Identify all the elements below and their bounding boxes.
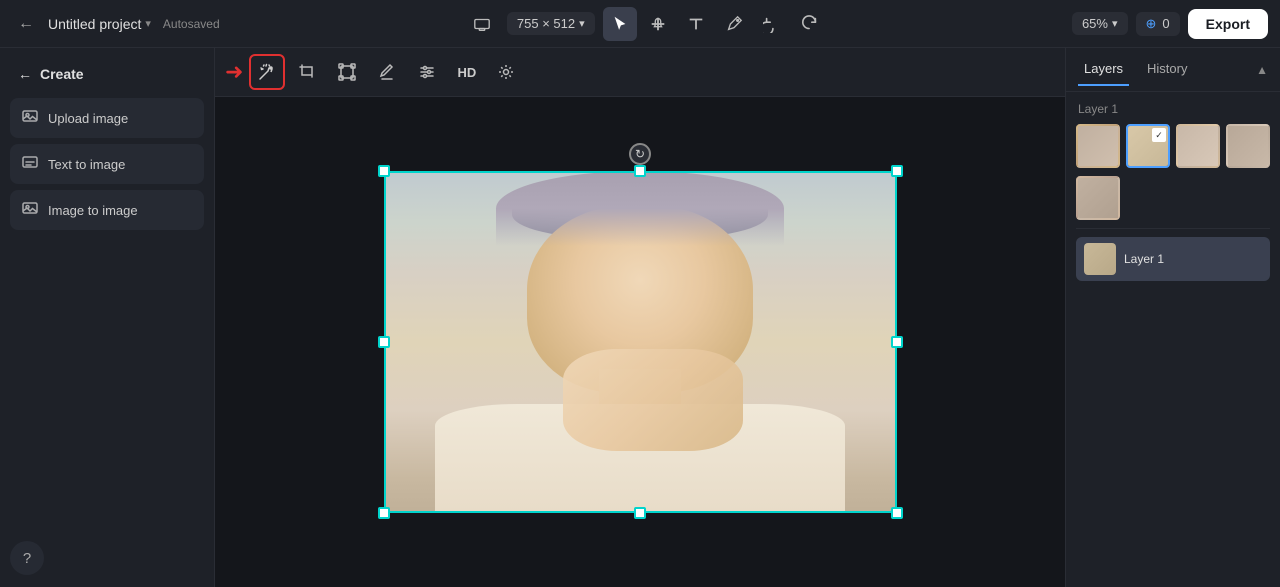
adjust-button[interactable] — [409, 54, 445, 90]
project-name-text: Untitled project — [48, 16, 141, 32]
dimension-badge[interactable]: 755 × 512 ▾ — [507, 12, 595, 35]
dimensions-text: 755 × 512 — [517, 16, 575, 31]
frame-button[interactable] — [329, 54, 365, 90]
layer-thumbnails-row2 — [1076, 176, 1270, 220]
hd-button[interactable]: HD — [449, 65, 484, 80]
select-tool[interactable] — [603, 7, 637, 41]
layer-thumbnails: ✓ — [1076, 124, 1270, 168]
help-icon: ? — [23, 550, 31, 567]
rotate-handle[interactable]: ↻ — [629, 143, 651, 165]
layer-thumb-4[interactable] — [1226, 124, 1270, 168]
undo-button[interactable] — [755, 7, 789, 41]
zoom-level: 65% — [1082, 16, 1108, 31]
dimensions-chevron: ▾ — [579, 17, 585, 30]
text-to-image-button[interactable]: Text to image — [10, 144, 204, 184]
topbar-tools — [603, 7, 827, 41]
layer-divider — [1076, 228, 1270, 229]
left-sidebar: ← Create Upload image Text to image — [0, 48, 215, 587]
handle-top-middle[interactable] — [634, 165, 646, 177]
collab-icon: ⊕ — [1146, 16, 1157, 32]
thumb-check-icon: ✓ — [1152, 128, 1166, 142]
image-to-image-button[interactable]: Image to image — [10, 190, 204, 230]
back-button[interactable]: ← — [12, 10, 40, 38]
create-label: Create — [40, 66, 84, 82]
project-name-chevron: ▾ — [145, 17, 151, 30]
project-name[interactable]: Untitled project ▾ — [48, 16, 151, 32]
erase-button[interactable] — [369, 54, 405, 90]
pan-tool[interactable] — [641, 7, 675, 41]
zoom-chevron: ▾ — [1112, 17, 1118, 30]
pen-tool[interactable] — [717, 7, 751, 41]
layer-thumb-2[interactable]: ✓ — [1126, 124, 1170, 168]
help-button[interactable]: ? — [10, 541, 44, 575]
responsive-toggle[interactable] — [465, 7, 499, 41]
text-to-image-label: Text to image — [48, 157, 125, 172]
tab-history[interactable]: History — [1141, 53, 1193, 86]
layer-thumb-1[interactable] — [1076, 124, 1120, 168]
export-button[interactable]: Export — [1188, 9, 1268, 39]
arrow-indicator: ➜ — [225, 59, 243, 85]
handle-middle-left[interactable] — [378, 336, 390, 348]
handle-top-right[interactable] — [891, 165, 903, 177]
layer-item-thumbnail — [1084, 243, 1116, 275]
canvas-area: ➜ — [215, 48, 1065, 587]
handle-top-left[interactable] — [378, 165, 390, 177]
handle-bottom-left[interactable] — [378, 507, 390, 519]
layer-thumb-5[interactable] — [1076, 176, 1120, 220]
right-sidebar: Layers History ▲ Layer 1 ✓ — [1065, 48, 1280, 587]
topbar-left: ← Untitled project ▾ Autosaved — [12, 10, 220, 38]
collab-count: 0 — [1162, 16, 1169, 31]
layer-group-title: Layer 1 — [1076, 102, 1270, 116]
settings-button[interactable] — [488, 54, 524, 90]
layers-panel: Layer 1 ✓ — [1066, 92, 1280, 587]
text-tool[interactable] — [679, 7, 713, 41]
main-layout: ← Create Upload image Text to image — [0, 48, 1280, 587]
canvas-content: ↻ — [215, 97, 1065, 587]
topbar: ← Untitled project ▾ Autosaved 755 × 512… — [0, 0, 1280, 48]
redo-button[interactable] — [793, 7, 827, 41]
image-to-image-label: Image to image — [48, 203, 138, 218]
image-to-image-icon — [22, 200, 38, 220]
topbar-center: 755 × 512 ▾ — [228, 7, 1064, 41]
layer-item[interactable]: Layer 1 — [1076, 237, 1270, 281]
collaboration-button[interactable]: ⊕ 0 — [1136, 12, 1180, 36]
magic-wand-button[interactable] — [249, 54, 285, 90]
crop-button[interactable] — [289, 54, 325, 90]
handle-bottom-middle[interactable] — [634, 507, 646, 519]
upload-image-label: Upload image — [48, 111, 128, 126]
tabs-collapse-icon[interactable]: ▲ — [1256, 63, 1268, 77]
layer-item-name: Layer 1 — [1124, 252, 1164, 266]
canvas-image-wrapper[interactable]: ↻ — [384, 171, 897, 513]
upload-image-button[interactable]: Upload image — [10, 98, 204, 138]
topbar-right: 65% ▾ ⊕ 0 Export — [1072, 9, 1268, 39]
handle-bottom-right[interactable] — [891, 507, 903, 519]
canvas-image — [384, 171, 897, 513]
toolbar-strip: ➜ — [215, 48, 1065, 97]
upload-icon — [22, 108, 38, 128]
create-header: ← Create — [10, 60, 204, 88]
autosaved-label: Autosaved — [163, 17, 220, 31]
handle-middle-right[interactable] — [891, 336, 903, 348]
right-tabs: Layers History ▲ — [1066, 48, 1280, 92]
tab-layers[interactable]: Layers — [1078, 53, 1129, 86]
create-back-icon: ← — [18, 66, 32, 82]
zoom-control[interactable]: 65% ▾ — [1072, 12, 1128, 35]
text-to-image-icon — [22, 154, 38, 174]
layer-thumb-3[interactable] — [1176, 124, 1220, 168]
